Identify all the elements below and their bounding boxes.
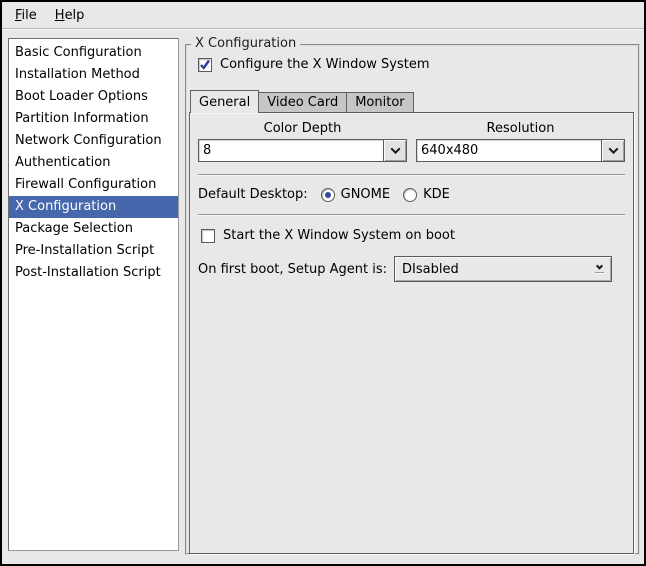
category-list: Basic Configuration Installation Method … xyxy=(8,38,179,551)
x-configuration-frame: X Configuration Configure the X Window S… xyxy=(185,44,640,555)
resolution-dropdown-button[interactable] xyxy=(601,140,624,161)
color-depth-input[interactable] xyxy=(199,140,383,161)
tab-video-card[interactable]: Video Card xyxy=(258,92,347,112)
radio-gnome-label: GNOME xyxy=(341,187,390,202)
menu-file[interactable]: File xyxy=(6,4,46,27)
radio-button-icon xyxy=(403,188,417,202)
start-x-row: Start the X Window System on boot xyxy=(201,228,625,243)
sidebar-item-partition-information[interactable]: Partition Information xyxy=(9,108,178,130)
resolution-group: Resolution xyxy=(416,121,625,162)
color-depth-label: Color Depth xyxy=(198,121,407,136)
option-menu-arrow-icon xyxy=(587,257,611,281)
radio-kde[interactable]: KDE xyxy=(403,187,450,202)
configure-x-checkbox[interactable] xyxy=(198,58,212,72)
setup-agent-label: On first boot, Setup Agent is: xyxy=(198,262,387,277)
sidebar-item-x-configuration[interactable]: X Configuration xyxy=(9,196,178,218)
separator xyxy=(198,214,625,216)
general-tab-panel: Color Depth Resolution xyxy=(189,112,634,554)
sidebar-item-authentication[interactable]: Authentication xyxy=(9,152,178,174)
sidebar-item-post-installation-script[interactable]: Post-Installation Script xyxy=(9,262,178,284)
configure-x-row: Configure the X Window System xyxy=(198,57,638,72)
radio-kde-label: KDE xyxy=(423,187,450,202)
sidebar-item-installation-method[interactable]: Installation Method xyxy=(9,64,178,86)
sidebar-item-package-selection[interactable]: Package Selection xyxy=(9,218,178,240)
radio-gnome[interactable]: GNOME xyxy=(321,187,390,202)
menu-help[interactable]: Help xyxy=(46,4,94,27)
tab-bar: General Video Card Monitor xyxy=(190,88,638,112)
display-settings-row: Color Depth Resolution xyxy=(198,121,625,162)
sidebar-item-network-configuration[interactable]: Network Configuration xyxy=(9,130,178,152)
radio-button-icon xyxy=(321,188,335,202)
color-depth-group: Color Depth xyxy=(198,121,407,162)
setup-agent-row: On first boot, Setup Agent is: DIsabled xyxy=(198,256,625,282)
setup-agent-dropdown[interactable]: DIsabled xyxy=(394,256,612,282)
menubar: File Help xyxy=(2,2,644,29)
sidebar-item-boot-loader-options[interactable]: Boot Loader Options xyxy=(9,86,178,108)
configure-x-label: Configure the X Window System xyxy=(220,57,430,72)
setup-agent-value: DIsabled xyxy=(395,262,587,277)
chevron-down-icon xyxy=(595,262,602,269)
color-depth-dropdown-button[interactable] xyxy=(383,140,406,161)
kickstart-configurator-window: File Help Basic Configuration Installati… xyxy=(0,0,646,566)
start-x-checkbox[interactable] xyxy=(201,229,215,243)
resolution-combo xyxy=(416,139,625,162)
resolution-label: Resolution xyxy=(416,121,625,136)
color-depth-combo xyxy=(198,139,407,162)
sidebar-item-firewall-configuration[interactable]: Firewall Configuration xyxy=(9,174,178,196)
chevron-down-icon xyxy=(390,144,400,154)
checkmark-icon xyxy=(199,59,211,71)
tab-general[interactable]: General xyxy=(190,90,259,113)
frame-title: X Configuration xyxy=(191,36,300,51)
default-desktop-row: Default Desktop: GNOME KDE xyxy=(198,187,625,202)
radio-selected-dot xyxy=(325,192,331,198)
tab-monitor[interactable]: Monitor xyxy=(346,92,413,112)
dash-icon xyxy=(595,272,604,274)
default-desktop-label: Default Desktop: xyxy=(198,187,308,202)
start-x-label: Start the X Window System on boot xyxy=(223,228,455,243)
separator xyxy=(198,174,625,176)
sidebar-item-pre-installation-script[interactable]: Pre-Installation Script xyxy=(9,240,178,262)
sidebar-item-basic-configuration[interactable]: Basic Configuration xyxy=(9,42,178,64)
resolution-input[interactable] xyxy=(417,140,601,161)
chevron-down-icon xyxy=(608,144,618,154)
